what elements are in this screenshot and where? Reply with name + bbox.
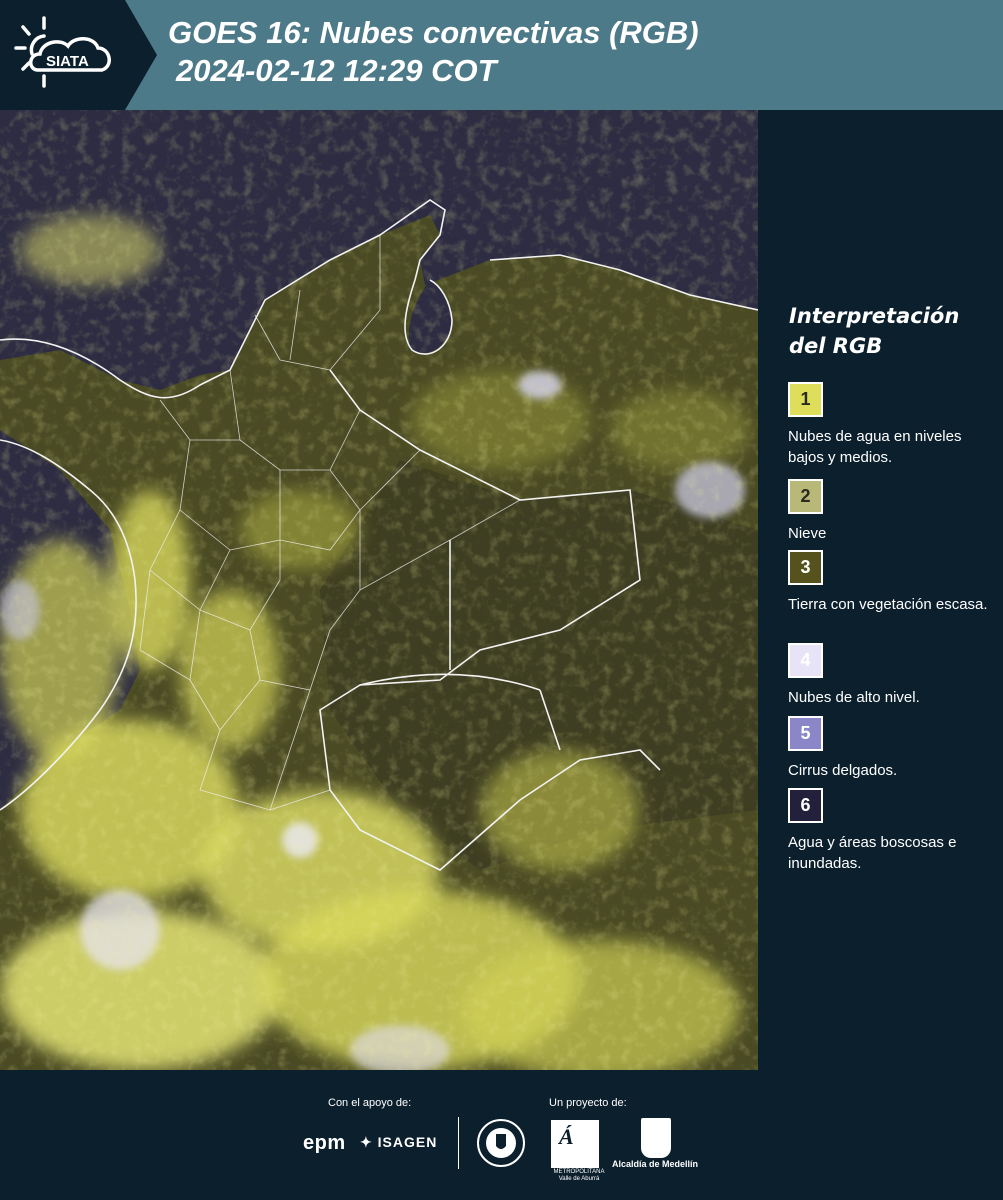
- legend-title: Interpretación del RGB: [789, 301, 989, 361]
- legend-swatch-3: 3: [788, 550, 823, 585]
- legend-title-line-2: del RGB: [789, 334, 883, 358]
- svg-text:SIATA: SIATA: [46, 53, 89, 70]
- legend-label-1: Nubes de agua en niveles bajos y medios.: [788, 428, 962, 466]
- legend-item-2: 2 Nieve: [788, 479, 988, 544]
- title-line-2: 2024-02-12 12:29 COT: [176, 53, 497, 88]
- project-label: Un proyecto de:: [549, 1097, 627, 1109]
- legend-item-3: 3 Tierra con vegetación escasa.: [788, 550, 988, 615]
- legend-swatch-5: 5: [788, 716, 823, 751]
- legend-label-3: Tierra con vegetación escasa.: [788, 596, 988, 613]
- legend-item-4: 4 Nubes de alto nivel.: [788, 643, 988, 708]
- siata-logo: SIATA: [0, 0, 125, 110]
- footer-divider: [458, 1117, 459, 1169]
- header-bar: SIATA GOES 16: Nubes convectivas (RGB) 2…: [0, 0, 1003, 110]
- support-label: Con el apoyo de:: [328, 1097, 412, 1109]
- legend-label-4: Nubes de alto nivel.: [788, 689, 920, 706]
- legend-label-6: Agua y áreas boscosas e inundadas.: [788, 834, 957, 872]
- legend-title-line-1: Interpretación: [789, 304, 960, 328]
- area-caption-line-2: Valle de Aburrá: [558, 1176, 600, 1182]
- siata-sun-cloud-icon: SIATA: [14, 16, 111, 88]
- footer-sponsors: Con el apoyo de: Un proyecto de: epm ✦ I…: [0, 1070, 1003, 1200]
- medellin-seal-icon: [477, 1119, 525, 1167]
- area-metropolitana-logo: Á: [551, 1120, 599, 1168]
- legend-swatch-1: 1: [788, 382, 823, 417]
- area-caption: METROPOLITANA Valle de Aburrá: [549, 1169, 609, 1183]
- alcaldia-label: Alcaldía de Medellín: [612, 1159, 699, 1169]
- legend-label-2: Nieve: [788, 525, 827, 542]
- satellite-rgb-map: [0, 110, 758, 1070]
- legend-swatch-6: 6: [788, 788, 823, 823]
- legend-item-5: 5 Cirrus delgados.: [788, 716, 988, 781]
- legend-swatch-2: 2: [788, 479, 823, 514]
- satellite-image: [0, 110, 758, 1070]
- isagen-label: ISAGEN: [377, 1134, 438, 1150]
- page-title: GOES 16: Nubes convectivas (RGB) 2024-02…: [168, 14, 699, 90]
- epm-logo: epm: [303, 1132, 346, 1154]
- legend-label-5: Cirrus delgados.: [788, 762, 898, 779]
- isagen-logo: ✦ ISAGEN: [360, 1134, 437, 1151]
- isagen-star-icon: ✦: [360, 1134, 373, 1150]
- alcaldia-shield-icon: [641, 1118, 671, 1158]
- legend-item-1: 1 Nubes de agua en niveles bajos y medio…: [788, 382, 988, 468]
- title-line-1: GOES 16: Nubes convectivas (RGB): [168, 15, 699, 50]
- logo-arrow-shape: [125, 0, 157, 110]
- legend-panel: Interpretación del RGB 1 Nubes de agua e…: [760, 110, 1003, 1070]
- legend-item-6: 6 Agua y áreas boscosas e inundadas.: [788, 788, 988, 874]
- legend-swatch-4: 4: [788, 643, 823, 678]
- area-logo-mark: Á: [559, 1124, 574, 1149]
- area-caption-line-1: METROPOLITANA: [553, 1169, 605, 1175]
